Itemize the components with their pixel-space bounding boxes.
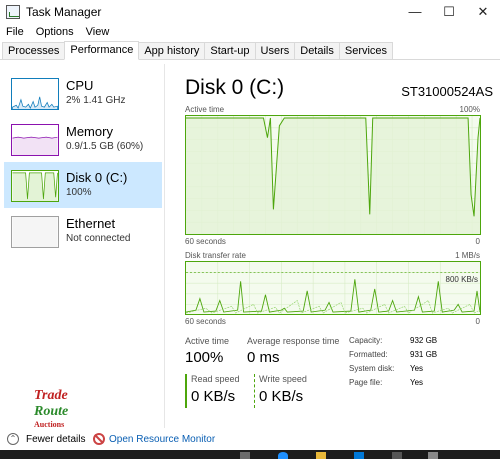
taskbar-app-icon[interactable] <box>240 452 250 459</box>
footer-bar: ⌃ Fewer details Open Resource Monitor <box>0 428 500 450</box>
sidebar-item-cpu[interactable]: CPU 2% 1.41 GHz <box>4 70 162 116</box>
tab-processes[interactable]: Processes <box>2 42 66 59</box>
system-disk-label: System disk: <box>349 364 395 373</box>
active-time-graph-span: 60 seconds <box>185 237 226 246</box>
sidebar-item-sublabel: 0.9/1.5 GB (60%) <box>66 141 144 152</box>
write-speed-label: Write speed <box>259 374 307 384</box>
active-time-graph <box>185 115 481 235</box>
active-time-graph-max: 100% <box>459 105 480 114</box>
windows-taskbar <box>0 450 500 459</box>
ethernet-thumbnail-graph <box>11 216 59 248</box>
window-title: Task Manager <box>26 5 102 19</box>
menu-bar: File Options View <box>0 24 500 42</box>
transfer-rate-graph-max: 1 MB/s <box>455 251 480 260</box>
open-resource-monitor-link[interactable]: Open Resource Monitor <box>109 434 215 445</box>
fewer-details-link[interactable]: Fewer details <box>26 434 85 445</box>
transfer-rate-graph-span: 60 seconds <box>185 317 226 326</box>
transfer-rate-graph <box>185 261 481 315</box>
disk-model: ST31000524AS <box>401 84 493 99</box>
active-time-stat-label: Active time <box>185 336 230 346</box>
store-icon[interactable] <box>354 452 364 459</box>
tab-users[interactable]: Users <box>254 42 296 59</box>
tab-strip: Processes Performance App history Start-… <box>0 41 500 60</box>
transfer-rate-graph-min: 0 <box>475 317 480 326</box>
sidebar-item-sublabel: Not connected <box>66 233 131 244</box>
transfer-rate-graph-label: Disk transfer rate <box>185 251 246 260</box>
tab-performance[interactable]: Performance <box>64 41 140 60</box>
system-disk-value: Yes <box>410 364 424 373</box>
read-speed-indicator <box>185 374 187 408</box>
disk-detail-panel: Disk 0 (C:) ST31000524AS Active time 100… <box>165 64 500 428</box>
maximize-button[interactable]: ☐ <box>432 0 466 24</box>
sidebar-item-ethernet[interactable]: Ethernet Not connected <box>4 208 162 254</box>
sidebar-item-sublabel: 2% 1.41 GHz <box>66 95 126 106</box>
sidebar-item-label: Memory <box>66 124 113 139</box>
active-time-graph-label: Active time <box>185 105 225 114</box>
sidebar-item-sublabel: 100% <box>66 187 92 198</box>
formatted-label: Formatted: <box>349 350 388 359</box>
disk-thumbnail-graph <box>11 170 59 202</box>
title-bar: Task Manager — ☐ ✕ <box>0 0 500 24</box>
sidebar-item-label: Disk 0 (C:) <box>66 170 128 185</box>
task-manager-taskbar-icon[interactable] <box>428 452 438 459</box>
folder-icon[interactable] <box>316 452 326 459</box>
close-button[interactable]: ✕ <box>466 0 500 24</box>
tab-startup[interactable]: Start-up <box>204 42 256 59</box>
task-manager-icon <box>6 5 20 19</box>
transfer-rate-marker: 800 KB/s <box>445 275 478 284</box>
sidebar-item-disk[interactable]: Disk 0 (C:) 100% <box>4 162 162 208</box>
menu-file[interactable]: File <box>0 24 30 42</box>
sidebar-item-label: CPU <box>66 78 94 93</box>
formatted-value: 931 GB <box>410 350 438 359</box>
chevron-up-icon[interactable]: ⌃ <box>7 433 19 445</box>
active-time-graph-min: 0 <box>475 237 480 246</box>
logo-text-trade: Trade <box>34 388 68 403</box>
read-speed-label: Read speed <box>191 374 240 384</box>
avg-response-stat-value: 0 ms <box>247 349 280 366</box>
tab-app-history[interactable]: App history <box>138 42 206 59</box>
capacity-label: Capacity: <box>349 336 383 345</box>
avg-response-stat-label: Average response time <box>247 336 340 346</box>
disk-title: Disk 0 (C:) <box>185 76 285 99</box>
menu-options[interactable]: Options <box>30 24 80 42</box>
resource-sidebar: CPU 2% 1.41 GHz Memory 0.9/1.5 GB (60%) … <box>0 64 165 428</box>
write-speed-value: 0 KB/s <box>259 388 304 405</box>
write-speed-indicator <box>254 374 255 408</box>
capacity-value: 932 GB <box>410 336 438 345</box>
minimize-button[interactable]: — <box>398 0 432 24</box>
read-speed-value: 0 KB/s <box>191 388 236 405</box>
cpu-thumbnail-graph <box>11 78 59 110</box>
memory-thumbnail-graph <box>11 124 59 156</box>
tab-details[interactable]: Details <box>294 42 340 59</box>
active-time-stat-value: 100% <box>185 349 224 366</box>
sidebar-item-label: Ethernet <box>66 216 116 231</box>
edge-icon[interactable] <box>278 452 288 459</box>
page-file-label: Page file: <box>349 378 383 387</box>
menu-view[interactable]: View <box>80 24 116 42</box>
tab-services[interactable]: Services <box>338 42 394 59</box>
page-file-value: Yes <box>410 378 424 387</box>
sidebar-item-memory[interactable]: Memory 0.9/1.5 GB (60%) <box>4 116 162 162</box>
taskbar-app-icon[interactable] <box>392 452 402 459</box>
resource-monitor-icon[interactable] <box>93 433 105 445</box>
logo-text-route: Route <box>34 404 69 419</box>
